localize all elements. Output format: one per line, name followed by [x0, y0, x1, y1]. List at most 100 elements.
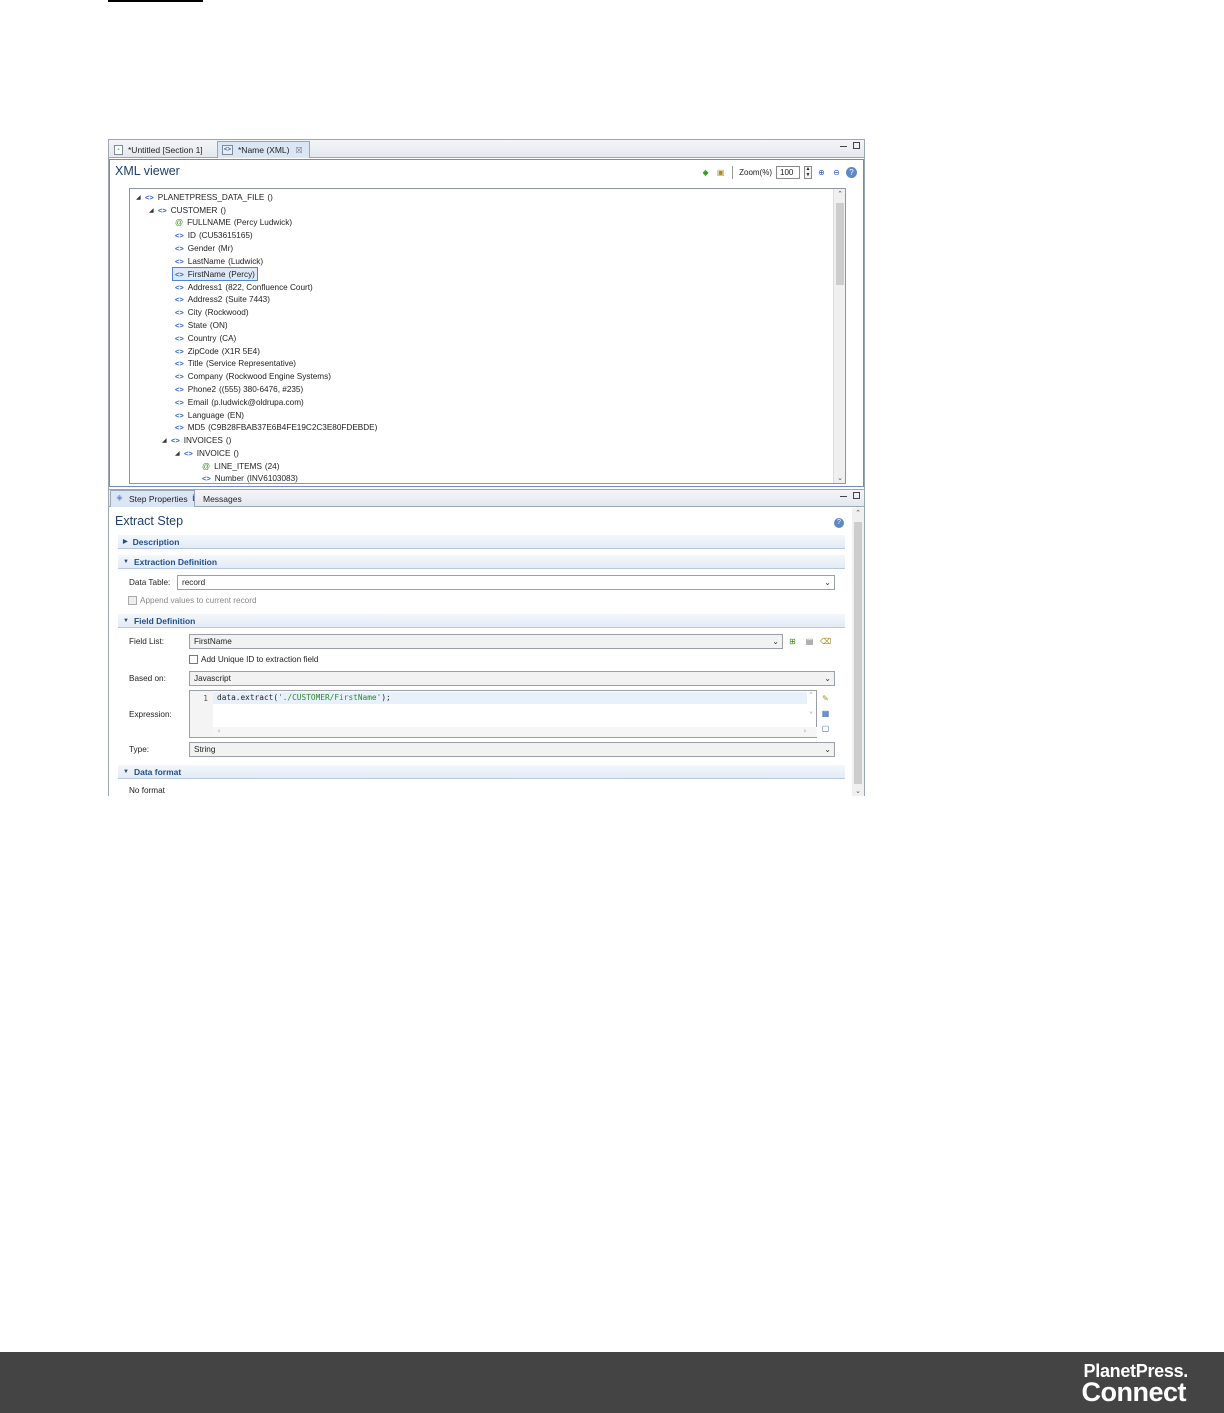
line-number: 1: [190, 691, 213, 737]
toolbar-separator: [732, 166, 734, 179]
tree-node[interactable]: <> Gender (Mr): [175, 242, 233, 254]
tree-scrollbar[interactable]: ⌃ ⌄: [833, 189, 845, 483]
element-icon: <>: [175, 346, 184, 356]
attribute-icon: @: [175, 217, 184, 227]
delete-field-icon[interactable]: ⌫: [820, 636, 831, 647]
tree-node[interactable]: ◢ <> CUSTOMER(): [149, 204, 226, 216]
checkbox-box[interactable]: [128, 596, 137, 605]
zoom-input[interactable]: 100: [776, 166, 800, 179]
tree-node[interactable]: <> ID (CU53615165): [175, 229, 253, 241]
chevron-down-icon: ⌄: [824, 745, 831, 754]
expand-icon[interactable]: ◢: [162, 437, 171, 444]
field-list-select[interactable]: FirstName ⌄: [189, 634, 783, 649]
tab-messages[interactable]: i Messages: [185, 490, 248, 507]
element-icon: <>: [175, 422, 184, 432]
expression-label: Expression:: [129, 710, 172, 719]
section-field-definition[interactable]: ▼ Field Definition: [118, 614, 845, 628]
tab-name-xml[interactable]: <> *Name (XML) ☒: [217, 141, 310, 158]
scroll-thumb[interactable]: [854, 522, 862, 784]
expand-icon[interactable]: ◢: [149, 207, 158, 214]
insert-field-icon[interactable]: ▦: [820, 708, 831, 719]
tab-step-properties[interactable]: ◈ Step Properties: [110, 490, 195, 507]
tree-node[interactable]: <> State (ON): [175, 319, 228, 331]
tree-node[interactable]: ◢ <> INVOICES(): [162, 434, 231, 446]
element-icon: <>: [175, 397, 184, 407]
tree-node[interactable]: <> LastName (Ludwick): [175, 255, 263, 267]
element-icon: <>: [175, 384, 184, 394]
tree-node[interactable]: <> Language (EN): [175, 409, 244, 421]
scroll-right-icon[interactable]: ›: [803, 727, 807, 735]
minimize-icon[interactable]: [840, 146, 847, 148]
element-icon: <>: [202, 473, 211, 483]
tab-untitled-section[interactable]: ▪ *Untitled [Section 1]: [110, 141, 209, 158]
maximize-icon[interactable]: [853, 142, 860, 149]
scroll-thumb[interactable]: [836, 203, 844, 285]
edit-script-icon[interactable]: ✎: [820, 693, 831, 704]
add-unique-id-checkbox[interactable]: Add Unique ID to extraction field: [189, 655, 318, 664]
element-icon: <>: [175, 294, 184, 304]
help-icon[interactable]: ?: [834, 518, 844, 528]
zoom-out-icon[interactable]: ⊖: [831, 167, 842, 178]
tab-label: Messages: [203, 493, 242, 504]
checkbox-box[interactable]: [189, 655, 198, 664]
editor-hscrollbar[interactable]: ‹ ›: [213, 727, 817, 737]
tree-node[interactable]: <> City (Rockwood): [175, 306, 249, 318]
based-on-select[interactable]: Javascript ⌄: [189, 671, 835, 686]
tree-node[interactable]: ◢ <> PLANETPRESS_DATA_FILE(): [136, 191, 273, 203]
tree-node[interactable]: <> Country (CA): [175, 332, 236, 344]
tree-node[interactable]: @ LINE_ITEMS (24): [202, 460, 279, 472]
zoom-in-icon[interactable]: ⊕: [816, 167, 827, 178]
scroll-up-icon[interactable]: ⌃: [834, 190, 845, 198]
tree-node[interactable]: <> Email (p.ludwick@oldrupa.com): [175, 396, 304, 408]
tree-node[interactable]: <> Number (INV6103083): [202, 472, 298, 483]
code-line[interactable]: data.extract('./CUSTOMER/FirstName');: [213, 692, 807, 704]
maximize-icon[interactable]: [853, 492, 860, 499]
element-icon: <>: [175, 320, 184, 330]
xml-tree[interactable]: ◢ <> PLANETPRESS_DATA_FILE() ◢ <> CUSTOMER()…: [129, 188, 846, 484]
tree-node[interactable]: <> Phone2 ((555) 380-6476, #235): [175, 383, 303, 395]
data-table-select[interactable]: record ⌄: [177, 575, 835, 590]
tree-node[interactable]: ◢ <> INVOICE(): [175, 447, 239, 459]
section-description[interactable]: ▶ Description: [118, 535, 845, 549]
expression-editor[interactable]: 1 data.extract('./CUSTOMER/FirstName'); …: [189, 690, 817, 738]
chevron-down-icon: ▼: [123, 768, 129, 775]
section-data-format[interactable]: ▼ Data format: [118, 765, 845, 779]
tree-node[interactable]: <> Address2 (Suite 7443): [175, 293, 270, 305]
scroll-left-icon[interactable]: ‹: [217, 727, 221, 735]
expand-icon[interactable]: ◢: [136, 194, 145, 201]
step-title: Extract Step: [115, 514, 184, 528]
tag-green-icon[interactable]: ◆: [700, 167, 711, 178]
append-values-checkbox[interactable]: Append values to current record: [128, 596, 257, 605]
tree-node-selected[interactable]: <> FirstName (Percy): [172, 267, 258, 281]
chevron-right-icon: ▶: [123, 539, 128, 545]
section-extraction-definition[interactable]: ▼ Extraction Definition: [118, 555, 845, 569]
zoom-spinner[interactable]: ▲ ▼: [804, 166, 812, 179]
scroll-down-icon[interactable]: ⌄: [852, 787, 864, 795]
element-icon: <>: [175, 410, 184, 420]
help-icon[interactable]: ?: [846, 167, 857, 178]
tree-node[interactable]: <> Title (Service Representative): [175, 357, 296, 369]
tab-label: *Name (XML): [238, 145, 290, 155]
tree-node[interactable]: <> Company (Rockwood Engine Systems): [175, 370, 331, 382]
edit-field-icon[interactable]: ▤: [804, 636, 815, 647]
scroll-down-icon[interactable]: ⌄: [834, 474, 845, 482]
minimize-icon[interactable]: [840, 496, 847, 498]
element-icon: <>: [145, 192, 154, 202]
editor-vscrollbar[interactable]: ⌃ ⌄: [806, 691, 816, 727]
tree-node[interactable]: <> ZipCode (X1R 5E4): [175, 345, 260, 357]
add-field-icon[interactable]: ⊞: [787, 636, 798, 647]
extract-icon[interactable]: ▣: [715, 167, 726, 178]
type-select[interactable]: String ⌄: [189, 742, 835, 757]
scroll-up-icon[interactable]: ⌃: [852, 509, 864, 517]
chevron-down-icon: ⌄: [824, 578, 831, 587]
script-tool-icon[interactable]: ▢: [820, 723, 831, 734]
expand-icon[interactable]: ◢: [175, 450, 184, 457]
properties-scrollbar[interactable]: ⌃ ⌄: [852, 508, 864, 796]
xml-viewer-title: XML viewer: [115, 164, 180, 178]
tree-node[interactable]: @ FULLNAME (Percy Ludwick): [175, 216, 292, 228]
close-icon[interactable]: ☒: [295, 146, 302, 155]
properties-tab-bar: ◈ Step Properties i Messages: [109, 489, 864, 507]
chevron-down-icon: ⌄: [772, 637, 779, 646]
tree-node[interactable]: <> MD5 (C9B28FBAB37E6B4FE19C2C3E80FDEBDE): [175, 421, 377, 433]
tree-node[interactable]: <> Address1 (822, Confluence Court): [175, 281, 313, 293]
